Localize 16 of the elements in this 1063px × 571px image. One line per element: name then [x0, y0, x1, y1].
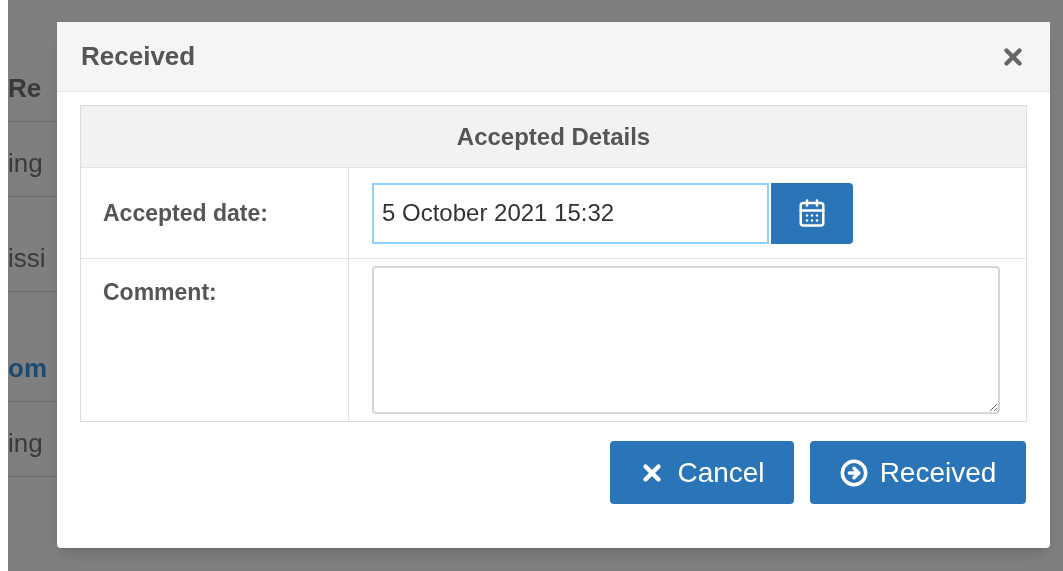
field-label: Accepted date: [103, 198, 268, 228]
background-text: Re [8, 75, 42, 101]
calendar-button[interactable] [771, 182, 853, 244]
background-text: om [8, 355, 47, 381]
arrow-circle-icon [839, 458, 868, 487]
comment-field[interactable] [372, 266, 1000, 414]
background-text: ing [8, 150, 43, 176]
dialog-title: Received [81, 40, 196, 73]
background-text: issi [8, 245, 46, 271]
field-label: Comment: [103, 279, 217, 305]
section-title: Accepted Details [456, 121, 651, 152]
received-button[interactable]: Received [810, 441, 1026, 504]
cancel-button[interactable]: Cancel [610, 441, 794, 504]
calendar-icon [797, 198, 827, 228]
background-text: ing [8, 430, 43, 456]
date-field[interactable]: 5 October 2021 15:32 [372, 182, 769, 244]
